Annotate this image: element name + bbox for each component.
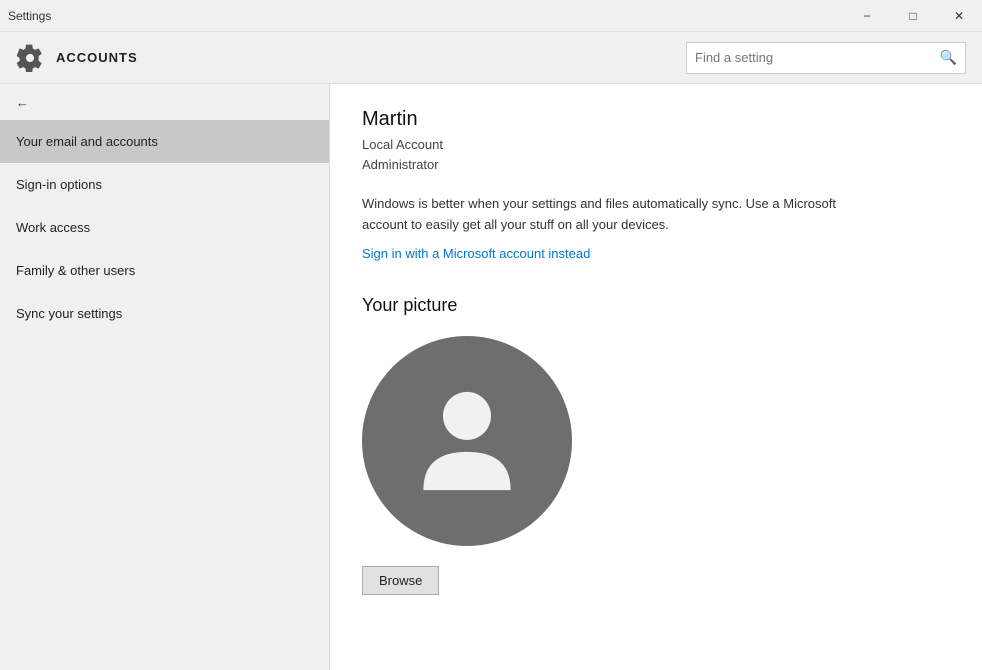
avatar [362, 336, 572, 546]
search-box[interactable]: 🔍 [686, 42, 966, 74]
account-type: Local Account [362, 135, 950, 155]
user-name: Martin [362, 108, 950, 131]
back-arrow-icon: ← [16, 95, 29, 110]
sync-message: Windows is better when your settings and… [362, 194, 842, 236]
account-role: Administrator [362, 155, 950, 175]
search-icon[interactable]: 🔍 [940, 49, 957, 66]
browse-button[interactable]: Browse [362, 566, 439, 595]
app-header: ACCOUNTS 🔍 [0, 32, 982, 84]
app-header-left: ACCOUNTS [16, 44, 138, 72]
sidebar-item-sync-settings[interactable]: Sync your settings [0, 292, 329, 335]
minimize-button[interactable]: − [844, 0, 890, 32]
gear-icon [16, 44, 44, 72]
title-bar-left: Settings [8, 9, 51, 23]
app-title-text: Settings [8, 9, 51, 23]
sidebar-item-family-other-users[interactable]: Family & other users [0, 249, 329, 292]
search-input[interactable] [695, 50, 940, 65]
sidebar-item-email-accounts[interactable]: Your email and accounts [0, 120, 329, 163]
content-area: Martin Local Account Administrator Windo… [330, 84, 982, 670]
title-bar: Settings − □ ✕ [0, 0, 982, 32]
main-layout: ← Your email and accounts Sign-in option… [0, 84, 982, 670]
your-picture-title: Your picture [362, 295, 950, 316]
title-bar-controls: − □ ✕ [844, 0, 982, 32]
back-button[interactable]: ← [0, 84, 329, 120]
maximize-button[interactable]: □ [890, 0, 936, 32]
avatar-icon [412, 381, 522, 501]
sidebar: ← Your email and accounts Sign-in option… [0, 84, 330, 670]
sidebar-item-sign-in-options[interactable]: Sign-in options [0, 163, 329, 206]
close-button[interactable]: ✕ [936, 0, 982, 32]
app-title: ACCOUNTS [56, 50, 138, 65]
sign-in-microsoft-link[interactable]: Sign in with a Microsoft account instead [362, 246, 590, 261]
sidebar-item-work-access[interactable]: Work access [0, 206, 329, 249]
